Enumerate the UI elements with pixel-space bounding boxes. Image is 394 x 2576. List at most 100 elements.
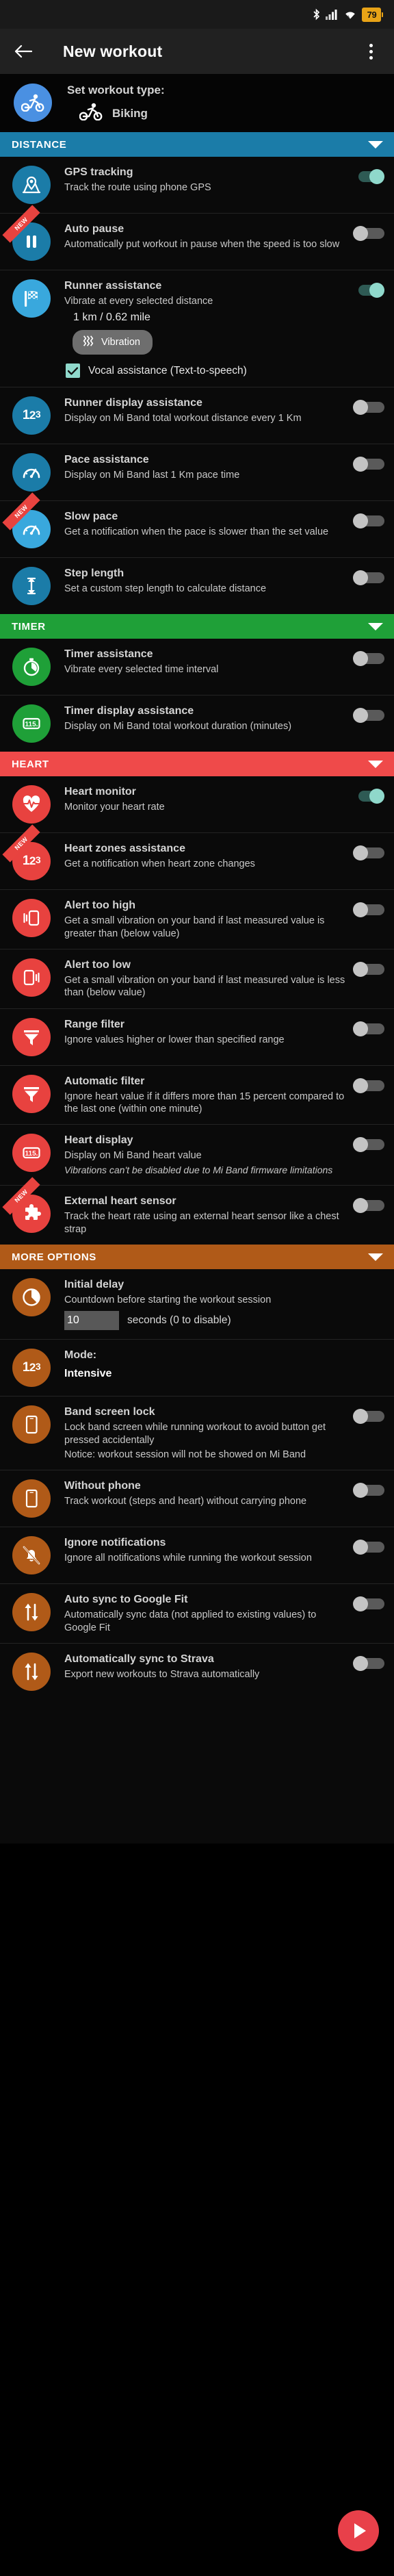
setting-row[interactable]: Automatically sync to Strava Export new … bbox=[0, 1644, 394, 1700]
toggle-switch[interactable] bbox=[353, 400, 384, 416]
vibration-chip[interactable]: Vibration bbox=[73, 330, 153, 355]
toggle-switch[interactable] bbox=[353, 961, 384, 977]
more-vert-icon bbox=[369, 43, 373, 60]
toggle-switch[interactable] bbox=[353, 789, 384, 804]
sync-arrows-icon bbox=[12, 1653, 51, 1692]
row-value-strong[interactable]: Intensive bbox=[64, 1368, 347, 1380]
setting-row[interactable]: NEW Auto pause Automatically put workout… bbox=[0, 205, 394, 270]
setting-row[interactable]: Automatic filter Ignore heart value if i… bbox=[0, 1065, 394, 1125]
row-subtitle: Display on Mi Band last 1 Km pace time bbox=[64, 470, 240, 481]
toggle-switch[interactable] bbox=[353, 226, 384, 241]
row-text: Slow pace Get a notification when the pa… bbox=[64, 510, 347, 538]
toggle-switch[interactable] bbox=[353, 708, 384, 724]
toggle-switch[interactable] bbox=[353, 1198, 384, 1214]
row-icon-wrap: 123 bbox=[12, 1349, 51, 1388]
setting-row[interactable]: Ignore notifications Ignore all notifica… bbox=[0, 1527, 394, 1585]
section-header-heart[interactable]: HEART bbox=[0, 752, 394, 777]
row-icon-wrap bbox=[12, 1536, 51, 1575]
checkbox-checked-icon[interactable] bbox=[66, 364, 80, 379]
toggle-switch[interactable] bbox=[353, 1137, 384, 1153]
setting-row[interactable]: Runner assistance Vibrate at every selec… bbox=[0, 270, 394, 388]
section-header-distance[interactable]: DISTANCE bbox=[0, 132, 394, 157]
toggle-switch[interactable] bbox=[353, 513, 384, 529]
setting-row[interactable]: GPS tracking Track the route using phone… bbox=[0, 157, 394, 214]
initial-delay-input-row[interactable]: 10 seconds (0 to disable) bbox=[64, 1311, 347, 1331]
chevron-down-icon[interactable] bbox=[368, 760, 383, 768]
chevron-down-icon[interactable] bbox=[368, 1253, 383, 1261]
initial-delay-input[interactable]: 10 bbox=[64, 1311, 119, 1331]
row-text: Timer display assistance Display on Mi B… bbox=[64, 704, 347, 732]
row-title: Pace assistance bbox=[64, 454, 149, 466]
row-subtitle: Display on Mi Band heart value bbox=[64, 1150, 202, 1162]
setting-row[interactable]: Alert too high Get a small vibration on … bbox=[0, 890, 394, 949]
toggle-switch[interactable] bbox=[353, 1483, 384, 1499]
toggle-knob bbox=[353, 1596, 368, 1612]
setting-row[interactable]: 115. Timer display assistance Display on… bbox=[0, 696, 394, 752]
workout-type-label: Set workout type: bbox=[67, 84, 165, 97]
row-text: Automatically sync to Strava Export new … bbox=[64, 1653, 347, 1681]
toggle-switch[interactable] bbox=[353, 1021, 384, 1036]
start-workout-fab[interactable] bbox=[338, 2510, 379, 2551]
toggle-switch[interactable] bbox=[353, 845, 384, 861]
toggle-switch[interactable] bbox=[353, 1077, 384, 1093]
setting-row[interactable]: 123 Mode: Intensive bbox=[0, 1340, 394, 1397]
workout-type-value-row[interactable]: Biking bbox=[67, 103, 165, 124]
setting-row[interactable]: Heart monitor Monitor your heart rate bbox=[0, 776, 394, 834]
setting-row[interactable]: Range filter Ignore values higher or low… bbox=[0, 1008, 394, 1066]
svg-text:115.: 115. bbox=[25, 721, 38, 728]
page-title: New workout bbox=[63, 42, 163, 60]
row-value[interactable]: 1 km / 0.62 mile bbox=[64, 311, 347, 324]
chip-label: Vibration bbox=[101, 337, 140, 348]
row-text: Step length Set a custom step length to … bbox=[64, 567, 347, 595]
setting-row[interactable]: NEW Slow pace Get a notification when th… bbox=[0, 492, 394, 559]
back-button[interactable] bbox=[10, 38, 37, 65]
row-text: External heart sensor Track the heart ra… bbox=[64, 1195, 347, 1236]
toggle-switch[interactable] bbox=[353, 1409, 384, 1425]
row-subtitle: Ignore heart value if it differs more th… bbox=[64, 1091, 345, 1114]
countdown-timer-icon bbox=[12, 1278, 51, 1317]
toggle-switch[interactable] bbox=[353, 169, 384, 184]
row-text: Band screen lock Lock band screen while … bbox=[64, 1405, 347, 1461]
overflow-menu-button[interactable] bbox=[357, 38, 384, 65]
toggle-switch[interactable] bbox=[353, 651, 384, 667]
toggle-switch[interactable] bbox=[353, 1656, 384, 1672]
toggle-switch[interactable] bbox=[353, 283, 384, 298]
toggle-switch[interactable] bbox=[353, 1540, 384, 1555]
row-title: Mode: bbox=[64, 1349, 97, 1362]
setting-row[interactable]: Auto sync to Google Fit Automatically sy… bbox=[0, 1584, 394, 1644]
setting-row[interactable]: Pace assistance Display on Mi Band last … bbox=[0, 444, 394, 502]
chevron-down-icon[interactable] bbox=[368, 140, 383, 149]
toggle-switch[interactable] bbox=[353, 902, 384, 918]
row-icon-wrap bbox=[12, 958, 51, 997]
setting-row[interactable]: Timer assistance Vibrate every selected … bbox=[0, 639, 394, 696]
section-header-timer[interactable]: TIMER bbox=[0, 614, 394, 639]
setting-row[interactable]: Step length Set a custom step length to … bbox=[0, 558, 394, 615]
toggle-knob bbox=[369, 789, 384, 804]
setting-row[interactable]: NEW External heart sensor Track the hear… bbox=[0, 1177, 394, 1245]
toggle-knob bbox=[353, 1077, 368, 1093]
row-icon-wrap bbox=[12, 166, 51, 204]
setting-row[interactable]: 123 Runner display assistance Display on… bbox=[0, 387, 394, 445]
row-text: Pace assistance Display on Mi Band last … bbox=[64, 453, 347, 481]
row-text: Alert too high Get a small vibration on … bbox=[64, 899, 347, 940]
toggle-switch[interactable] bbox=[353, 457, 384, 472]
section-title: DISTANCE bbox=[12, 138, 67, 151]
setting-row[interactable]: Without phone Track workout (steps and h… bbox=[0, 1470, 394, 1528]
toggle-switch[interactable] bbox=[353, 570, 384, 586]
row-icon-wrap: NEW bbox=[2, 492, 51, 549]
row-note: Vibrations can't be disabled due to Mi B… bbox=[64, 1164, 333, 1175]
setting-row[interactable]: Alert too low Get a small vibration on y… bbox=[0, 949, 394, 1009]
setting-row[interactable]: Initial delay Countdown before starting … bbox=[0, 1269, 394, 1340]
row-icon-wrap bbox=[12, 1017, 51, 1056]
vibrate-left-icon bbox=[12, 899, 51, 938]
setting-row[interactable]: 123 NEW Heart zones assistance Get a not… bbox=[0, 824, 394, 891]
section-header-more-options[interactable]: MORE OPTIONS bbox=[0, 1245, 394, 1270]
toggle-switch[interactable] bbox=[353, 1596, 384, 1612]
vocal-assistance-checkbox-row[interactable]: Vocal assistance (Text-to-speech) bbox=[66, 364, 347, 379]
workout-type-row[interactable]: Set workout type: Biking bbox=[0, 74, 394, 132]
row-title: Alert too low bbox=[64, 958, 131, 971]
chevron-down-icon[interactable] bbox=[368, 622, 383, 630]
setting-row[interactable]: 115. Heart display Display on Mi Band he… bbox=[0, 1125, 394, 1186]
setting-row[interactable]: Band screen lock Lock band screen while … bbox=[0, 1397, 394, 1471]
row-subtitle: Lock band screen while running workout t… bbox=[64, 1422, 326, 1446]
